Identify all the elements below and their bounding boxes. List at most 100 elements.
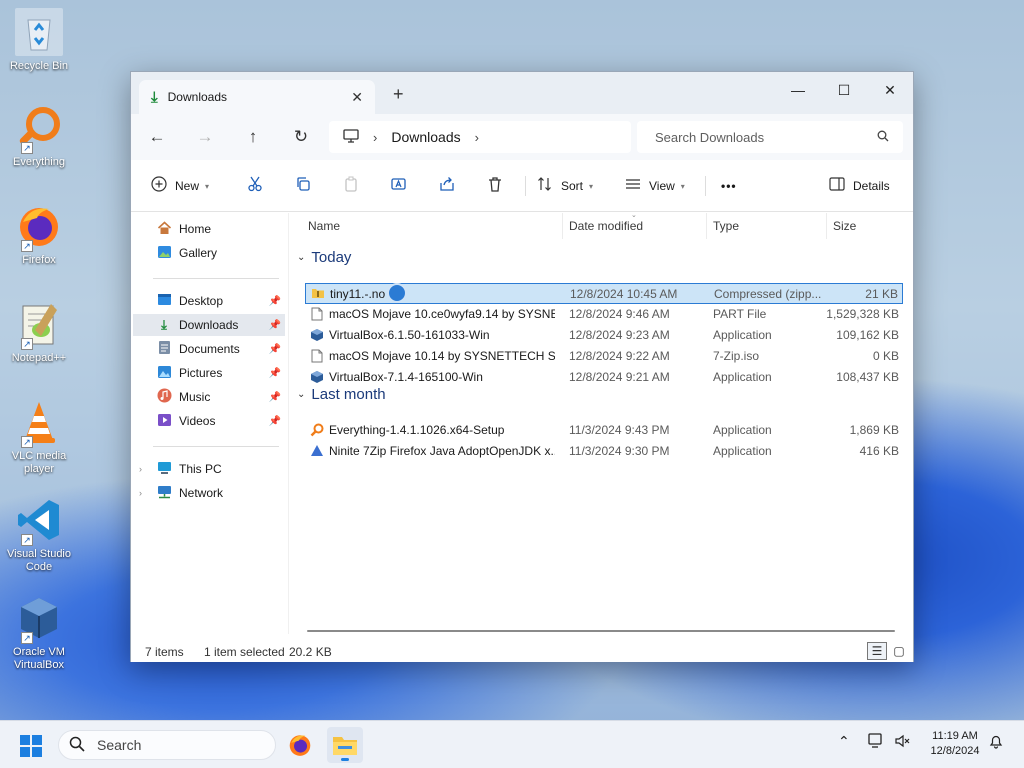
- chevron-right-icon[interactable]: ›: [139, 464, 142, 474]
- shortcut-arrow-icon: ↗: [21, 142, 33, 154]
- address-bar[interactable]: › Downloads ›: [329, 121, 631, 153]
- downloads-folder-icon: ⤓: [161, 317, 167, 332]
- desktop-icon-recycle-bin[interactable]: Recycle Bin: [4, 8, 74, 73]
- everything-search-icon: ↗: [15, 104, 63, 154]
- more-options-button[interactable]: •••: [721, 174, 737, 198]
- view-button[interactable]: View ▾: [625, 174, 685, 198]
- view-list-icon: [625, 176, 641, 196]
- new-tab-button[interactable]: +: [393, 84, 404, 105]
- new-button[interactable]: New ▾: [151, 174, 209, 198]
- pin-icon: 📌: [268, 415, 281, 427]
- group-header-today[interactable]: ⌄ Today: [297, 249, 351, 266]
- sidebar-item-gallery[interactable]: Gallery: [133, 242, 285, 264]
- file-date-modified: 12/8/2024 9:22 AM: [569, 349, 670, 363]
- tiles-view-button[interactable]: ▢: [889, 642, 909, 660]
- cut-button[interactable]: [247, 174, 271, 198]
- sidebar-item-desktop[interactable]: Desktop 📌: [133, 290, 285, 312]
- search-icon: [877, 130, 889, 145]
- file-name: macOS Mojave 10.ce0wyfa9.14 by SYSNE...: [329, 307, 555, 321]
- column-header-name[interactable]: Name: [308, 219, 340, 233]
- breadcrumb-downloads[interactable]: Downloads: [391, 129, 460, 145]
- command-bar: New ▾ Sort ▾ View ▾ ••• Details: [131, 160, 913, 212]
- maximize-button[interactable]: ☐: [821, 76, 867, 106]
- home-icon: [155, 220, 173, 238]
- sidebar-item-network[interactable]: › Network: [133, 482, 285, 504]
- column-header-date-modified[interactable]: Date modified: [569, 219, 643, 233]
- copy-button[interactable]: [295, 174, 319, 198]
- back-button[interactable]: ←: [141, 122, 173, 152]
- new-plus-icon: [151, 176, 167, 196]
- details-pane-button[interactable]: Details: [829, 174, 890, 198]
- minimize-button[interactable]: —: [775, 76, 821, 106]
- pin-icon: 📌: [268, 319, 281, 331]
- file-list-pane: Name Date modified ⌄ Type Size ⌄ Today t…: [291, 212, 915, 634]
- taskbar-search-label: Search: [97, 737, 142, 753]
- column-header-size[interactable]: Size: [833, 219, 856, 233]
- refresh-button[interactable]: ↻: [285, 122, 317, 152]
- sidebar-item-home[interactable]: Home: [133, 218, 285, 240]
- close-window-button[interactable]: ✕: [867, 76, 913, 106]
- sidebar-item-music[interactable]: Music 📌: [133, 386, 285, 408]
- taskbar-file-explorer[interactable]: [327, 727, 363, 763]
- chevron-right-icon[interactable]: ›: [475, 130, 479, 145]
- file-icon: [309, 349, 325, 366]
- sidebar-item-documents[interactable]: Documents 📌: [133, 338, 285, 360]
- paste-icon: [343, 176, 359, 196]
- scissors-icon: [247, 176, 263, 196]
- network-status-icon[interactable]: [868, 733, 886, 752]
- sidebar-item-videos[interactable]: Videos 📌: [133, 410, 285, 432]
- volume-muted-icon[interactable]: [894, 733, 910, 752]
- column-divider[interactable]: [562, 213, 563, 239]
- tab-close-button[interactable]: ✕: [351, 89, 363, 106]
- forward-button[interactable]: →: [189, 122, 221, 152]
- desktop-icon-virtualbox[interactable]: ↗ Oracle VM VirtualBox: [4, 594, 74, 672]
- sidebar-item-label: Music: [179, 390, 211, 404]
- file-row[interactable]: macOS Mojave 10.14 by SYSNETTECH So... 12…: [305, 346, 903, 367]
- horizontal-scrollbar[interactable]: [307, 630, 895, 632]
- file-row[interactable]: Ninite 7Zip Firefox Java AdoptOpenJDK x.…: [305, 441, 903, 462]
- file-row[interactable]: VirtualBox-7.1.4-165100-Win 12/8/2024 9:2…: [305, 367, 903, 388]
- search-box[interactable]: Search Downloads: [637, 121, 903, 153]
- up-button[interactable]: ↑: [237, 122, 269, 152]
- column-header-type[interactable]: Type: [713, 219, 739, 233]
- taskbar-search[interactable]: Search: [58, 730, 276, 760]
- sidebar-item-this-pc[interactable]: › This PC: [133, 458, 285, 480]
- chevron-right-icon[interactable]: ›: [139, 488, 142, 498]
- file-size: 416 KB: [859, 444, 899, 458]
- sidebar-item-label: Documents: [179, 342, 240, 356]
- pin-icon: 📌: [268, 367, 281, 379]
- desktop-icon-firefox[interactable]: ↗ Firefox: [4, 202, 74, 267]
- shortcut-arrow-icon: ↗: [21, 632, 33, 644]
- file-size: 108,437 KB: [836, 370, 899, 384]
- sidebar-item-label: Desktop: [179, 294, 224, 308]
- monitor-icon: [343, 128, 359, 146]
- share-button[interactable]: [439, 174, 463, 198]
- taskbar-firefox[interactable]: [282, 727, 318, 763]
- column-divider[interactable]: [706, 213, 707, 239]
- file-row[interactable]: Everything-1.4.1.1026.x64-Setup 11/3/2024…: [305, 420, 903, 441]
- details-view-button[interactable]: ☰: [867, 642, 887, 660]
- desktop-icon-notepadpp[interactable]: ↗ Notepad++: [4, 300, 74, 365]
- clock[interactable]: 11:19 AM 12/8/2024: [922, 729, 988, 759]
- tab-downloads[interactable]: ⤓ Downloads ✕: [139, 80, 375, 114]
- download-arrow-icon: ⤓: [151, 88, 158, 106]
- delete-button[interactable]: [487, 174, 511, 198]
- desktop-icon-everything[interactable]: ↗ Everything: [4, 104, 74, 169]
- notifications-bell-icon[interactable]: [988, 733, 1004, 752]
- sidebar-item-downloads[interactable]: ⤓ Downloads 📌: [133, 314, 285, 336]
- show-hidden-icons-button[interactable]: ⌃: [838, 733, 850, 750]
- start-button[interactable]: [20, 735, 44, 757]
- rename-button[interactable]: [391, 174, 415, 198]
- group-header-last-month[interactable]: ⌄ Last month: [297, 386, 386, 403]
- documents-folder-icon: [155, 340, 173, 358]
- copy-icon: [295, 176, 311, 196]
- column-divider[interactable]: [826, 213, 827, 239]
- file-row[interactable]: VirtualBox-6.1.50-161033-Win 12/8/2024 9:…: [305, 325, 903, 346]
- sidebar-item-label: Network: [179, 486, 224, 500]
- desktop-icon-vscode[interactable]: ↗ Visual Studio Code: [4, 496, 74, 574]
- paste-button[interactable]: [343, 174, 367, 198]
- desktop-icon-vlc[interactable]: ↗ VLC media player: [4, 398, 74, 476]
- file-row[interactable]: macOS Mojave 10.ce0wyfa9.14 by SYSNE... 1…: [305, 304, 903, 325]
- sort-button[interactable]: Sort ▾: [537, 174, 593, 198]
- sidebar-item-pictures[interactable]: Pictures 📌: [133, 362, 285, 384]
